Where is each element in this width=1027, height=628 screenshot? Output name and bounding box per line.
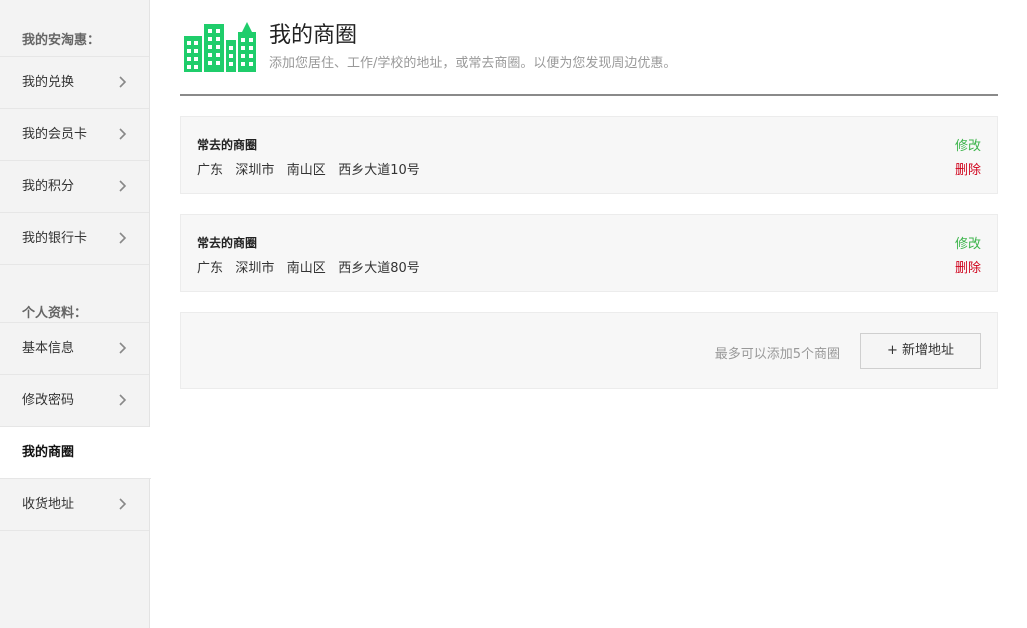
sidebar-item-change-password[interactable]: 修改密码 [0, 375, 149, 427]
chevron-right-icon [119, 342, 127, 354]
sidebar-item-member-card[interactable]: 我的会员卡 [0, 109, 149, 161]
sidebar-item-label: 基本信息 [22, 341, 75, 356]
add-address-button[interactable]: + 新增地址 [860, 333, 981, 369]
page-title: 我的商圈 [269, 23, 358, 48]
area-title: 常去的商圈 [197, 236, 258, 250]
sidebar-item-points[interactable]: 我的积分 [0, 161, 149, 213]
sidebar-item-label: 我的会员卡 [22, 127, 88, 142]
sidebar: 我的安淘惠： 我的兑换 我的会员卡 我的积分 我的银行卡 个人资料： 基本信息 … [0, 0, 157, 628]
main-content: 我的商圈 添加您居住、工作/学校的地址，或常去商圈。以便为您发现周边优惠。 常去… [180, 0, 998, 389]
city-buildings-icon [184, 22, 256, 72]
sidebar-item-my-business-area[interactable]: 我的商圈 [0, 427, 157, 479]
chevron-right-icon [119, 394, 127, 406]
chevron-right-icon [119, 180, 127, 192]
chevron-right-icon [119, 232, 127, 244]
chevron-right-icon [119, 128, 127, 140]
sidebar-item-bank-card[interactable]: 我的银行卡 [0, 213, 149, 265]
business-area-card: 常去的商圈 广东 深圳市 南山区 西乡大道10号 修改 删除 [180, 116, 998, 194]
sidebar-section-title-profile: 个人资料： [0, 265, 149, 323]
delete-link[interactable]: 删除 [955, 257, 981, 276]
page-subtitle: 添加您居住、工作/学校的地址，或常去商圈。以便为您发现周边优惠。 [269, 56, 677, 71]
sidebar-item-label: 修改密码 [22, 393, 75, 408]
chevron-right-icon [119, 76, 127, 88]
sidebar-section-title-account: 我的安淘惠： [0, 0, 149, 57]
edit-link[interactable]: 修改 [955, 233, 981, 252]
edit-link[interactable]: 修改 [955, 135, 981, 154]
sidebar-item-label: 我的积分 [22, 179, 75, 194]
sidebar-item-label: 我的银行卡 [22, 231, 88, 246]
sidebar-item-shipping-address[interactable]: 收货地址 [0, 479, 149, 531]
sidebar-item-my-exchange[interactable]: 我的兑换 [0, 57, 149, 109]
area-title: 常去的商圈 [197, 138, 258, 152]
page-header: 我的商圈 添加您居住、工作/学校的地址，或常去商圈。以便为您发现周边优惠。 [180, 0, 998, 96]
business-area-card: 常去的商圈 广东 深圳市 南山区 西乡大道80号 修改 删除 [180, 214, 998, 292]
sidebar-item-label: 我的兑换 [22, 75, 75, 90]
sidebar-item-label: 我的商圈 [22, 445, 75, 460]
active-pointer [151, 447, 157, 459]
sidebar-item-basic-info[interactable]: 基本信息 [0, 323, 149, 375]
add-area-bar: 最多可以添加5个商圈 + 新增地址 [180, 312, 998, 389]
chevron-right-icon [119, 498, 127, 510]
delete-link[interactable]: 删除 [955, 159, 981, 178]
add-limit-hint: 最多可以添加5个商圈 [714, 347, 840, 362]
area-address: 广东 深圳市 南山区 西乡大道80号 [197, 261, 420, 276]
area-address: 广东 深圳市 南山区 西乡大道10号 [197, 163, 420, 178]
sidebar-item-label: 收货地址 [22, 497, 75, 512]
